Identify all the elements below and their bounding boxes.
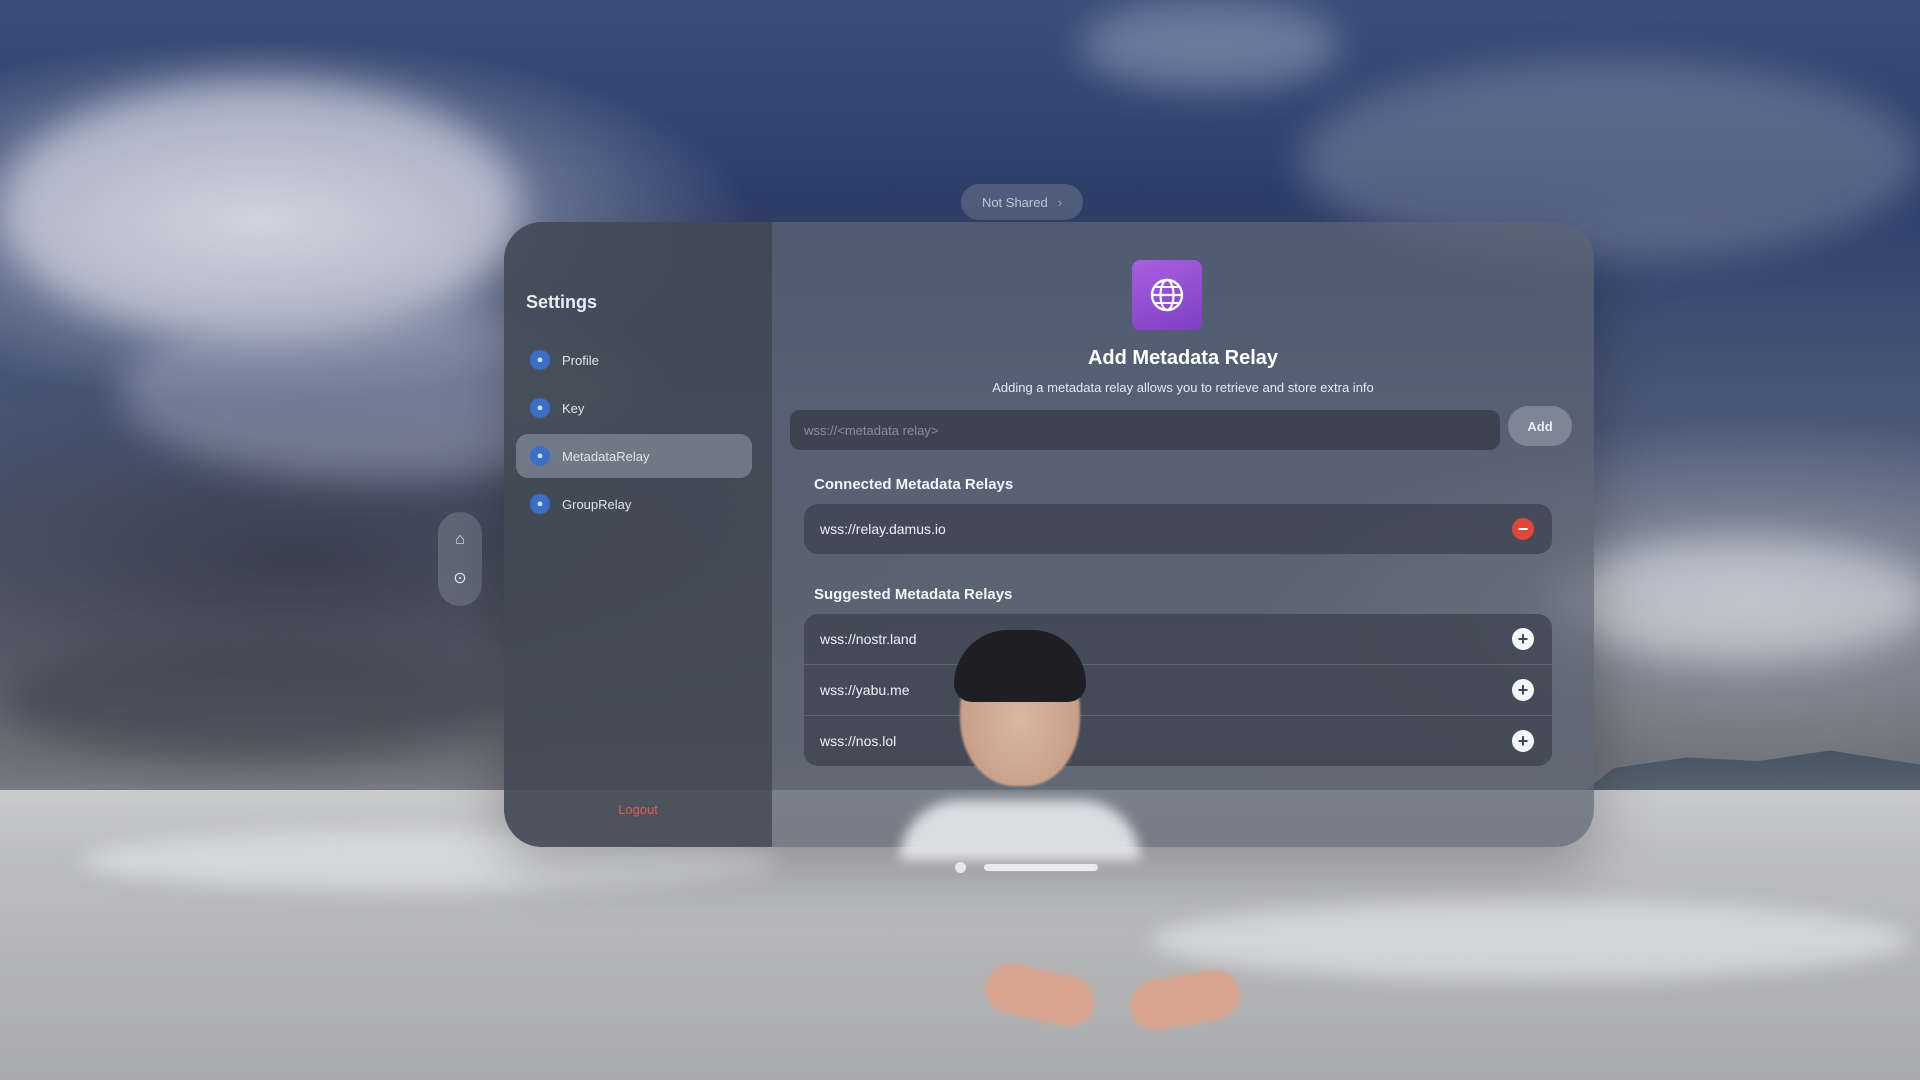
share-status-label: Not Shared: [981, 194, 1048, 210]
cloud: [0, 80, 520, 340]
cloud: [1550, 540, 1920, 660]
remove-relay-button[interactable]: −: [1512, 518, 1534, 540]
connected-section-header: Connected Metadata Relays: [814, 476, 1014, 493]
sidebar-item-label: GroupRelay: [562, 496, 632, 512]
suggested-section-header: Suggested Metadata Relays: [814, 586, 1013, 603]
relay-url: wss://nostr.land: [820, 631, 917, 647]
relay-url: wss://yabu.me: [820, 682, 910, 698]
person-shirt: [900, 800, 1140, 860]
detail-pane: Add Metadata Relay Adding a metadata rel…: [772, 222, 1594, 847]
connected-relays-list: wss://relay.damus.io −: [804, 504, 1552, 554]
cloud: [0, 640, 500, 760]
list-item: wss://nostr.land +: [804, 614, 1552, 665]
home-icon[interactable]: ⌂: [446, 526, 474, 554]
sidebar-item-label: Key: [562, 400, 585, 416]
close-window-dot[interactable]: [955, 862, 966, 873]
side-ornament: ⌂ ⊙: [438, 512, 482, 606]
logout-button[interactable]: Logout: [504, 802, 772, 817]
key-icon: ●: [530, 398, 550, 418]
sidebar-item-profile[interactable]: ● Profile: [516, 338, 752, 382]
add-relay-button[interactable]: +: [1512, 679, 1534, 701]
relay-url: wss://nos.lol: [820, 733, 897, 749]
add-relay-button[interactable]: +: [1512, 628, 1534, 650]
compass-icon[interactable]: ⊙: [446, 564, 474, 592]
page-title: Add Metadata Relay: [1087, 347, 1279, 369]
sand-ridge: [1150, 900, 1910, 980]
sidebar-item-label: MetadataRelay: [562, 448, 650, 464]
sidebar-title: Settings: [526, 292, 598, 312]
page-subtitle: Adding a metadata relay allows you to re…: [992, 380, 1374, 395]
suggested-relays-list: wss://nostr.land + wss://yabu.me + wss:/…: [804, 614, 1552, 766]
window-controls: [955, 862, 1098, 873]
relay-url-input[interactable]: [790, 410, 1500, 450]
relay-url: wss://relay.damus.io: [820, 521, 946, 537]
globe-icon: [1132, 260, 1202, 330]
sidebar-item-grouprelay[interactable]: ● GroupRelay: [516, 482, 752, 526]
sidebar-item-metadatarelay[interactable]: ● MetadataRelay: [516, 434, 752, 478]
list-item: wss://relay.damus.io −: [804, 504, 1552, 554]
cloud: [1080, 0, 1340, 90]
group-relay-icon: ●: [530, 494, 550, 514]
share-status-pill[interactable]: Not Shared ›: [961, 184, 1083, 220]
globe-glyph: [1150, 278, 1184, 312]
add-button[interactable]: Add: [1508, 406, 1572, 446]
metadata-relay-icon: ●: [530, 446, 550, 466]
sidebar-item-key[interactable]: ● Key: [516, 386, 752, 430]
chevron-right-icon: ›: [1057, 194, 1063, 210]
sidebar: Settings ● Profile ● Key ● MetadataRelay…: [504, 222, 772, 847]
immersive-environment: Not Shared › ⌂ ⊙ Settings ● Profile ● Ke…: [0, 0, 1920, 1080]
list-item: wss://nos.lol +: [804, 716, 1552, 766]
sidebar-item-label: Profile: [562, 352, 599, 368]
list-item: wss://yabu.me +: [804, 665, 1552, 716]
window-grab-bar[interactable]: [984, 864, 1098, 871]
add-relay-button[interactable]: +: [1512, 730, 1534, 752]
profile-icon: ●: [530, 350, 550, 370]
